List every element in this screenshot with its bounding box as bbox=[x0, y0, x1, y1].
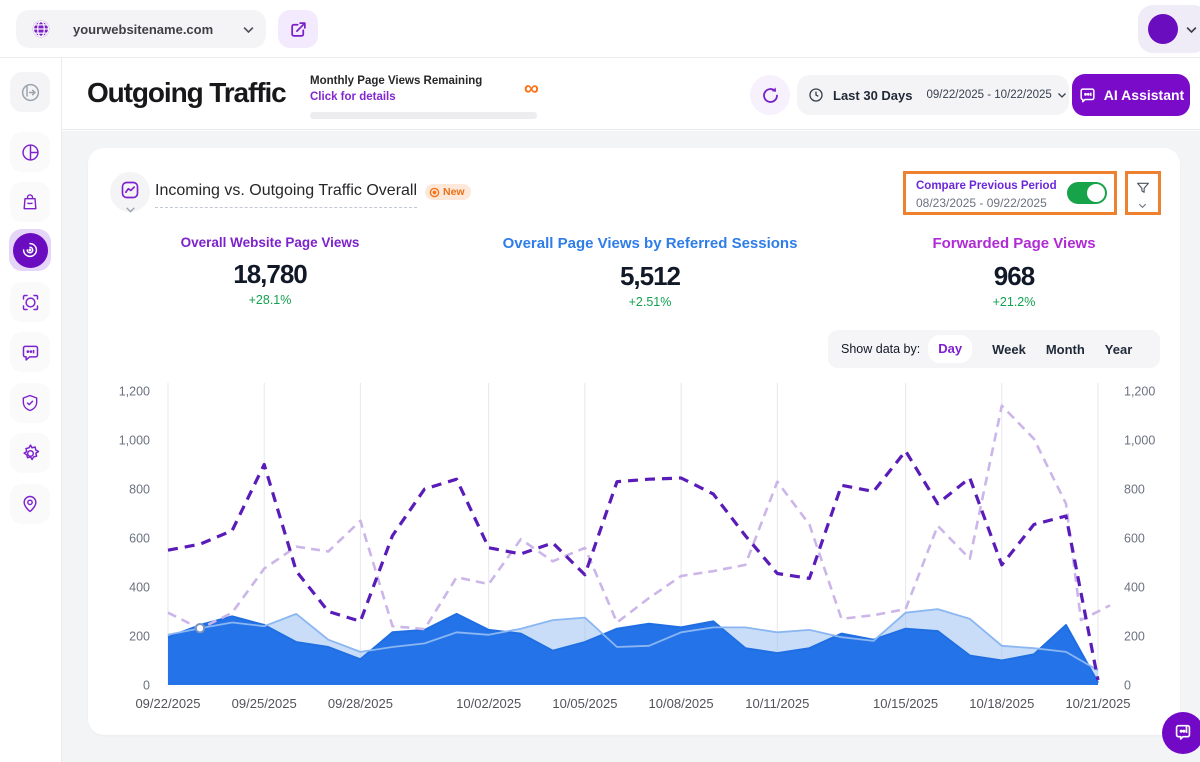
svg-text:10/21/2025: 10/21/2025 bbox=[1065, 696, 1130, 711]
svg-text:800: 800 bbox=[1124, 483, 1145, 497]
svg-text:10/05/2025: 10/05/2025 bbox=[552, 696, 617, 711]
svg-text:800: 800 bbox=[129, 483, 150, 497]
svg-text:1,200: 1,200 bbox=[1124, 385, 1155, 399]
svg-text:0: 0 bbox=[1124, 679, 1131, 693]
svg-text:400: 400 bbox=[129, 581, 150, 595]
svg-text:10/02/2025: 10/02/2025 bbox=[456, 696, 521, 711]
svg-text:0: 0 bbox=[143, 679, 150, 693]
svg-text:10/15/2025: 10/15/2025 bbox=[873, 696, 938, 711]
svg-text:200: 200 bbox=[129, 630, 150, 644]
svg-text:1,000: 1,000 bbox=[119, 434, 150, 448]
svg-text:09/28/2025: 09/28/2025 bbox=[328, 696, 393, 711]
svg-text:400: 400 bbox=[1124, 581, 1145, 595]
svg-text:1,000: 1,000 bbox=[1124, 434, 1155, 448]
svg-text:200: 200 bbox=[1124, 630, 1145, 644]
svg-text:600: 600 bbox=[1124, 532, 1145, 546]
svg-text:10/11/2025: 10/11/2025 bbox=[745, 696, 809, 711]
svg-text:09/22/2025: 09/22/2025 bbox=[135, 696, 200, 711]
svg-text:10/18/2025: 10/18/2025 bbox=[969, 696, 1034, 711]
svg-text:600: 600 bbox=[129, 532, 150, 546]
svg-text:10/08/2025: 10/08/2025 bbox=[649, 696, 714, 711]
svg-text:1,200: 1,200 bbox=[119, 385, 150, 399]
svg-text:09/25/2025: 09/25/2025 bbox=[232, 696, 297, 711]
